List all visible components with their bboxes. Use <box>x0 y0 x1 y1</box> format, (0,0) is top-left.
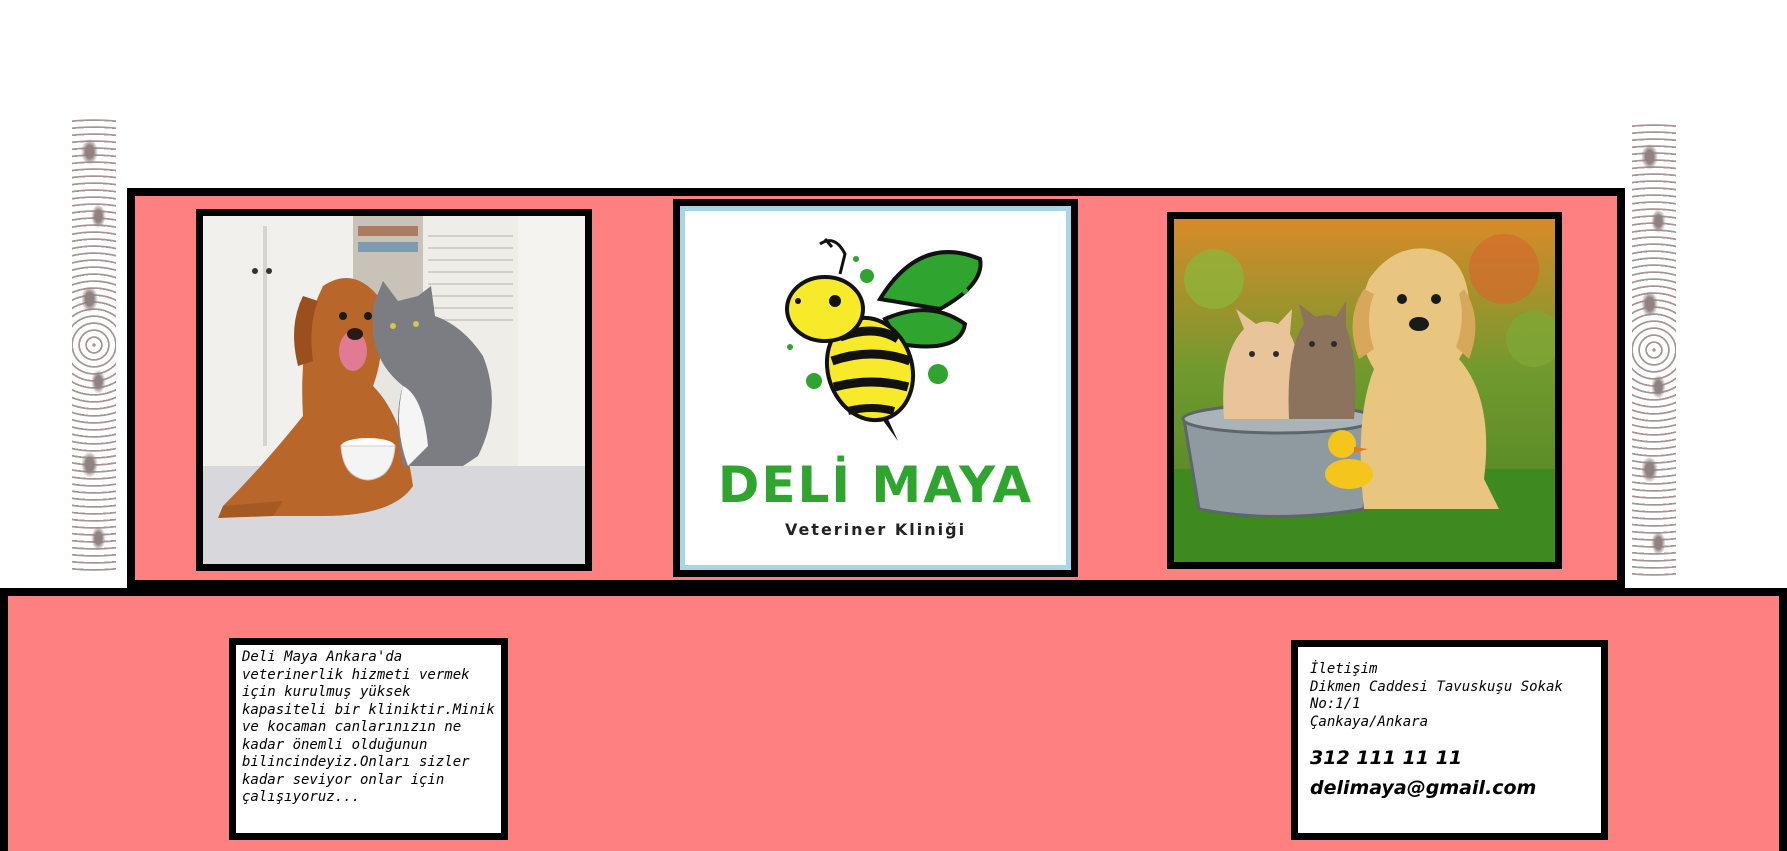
dog-and-cat-photo <box>196 209 592 571</box>
clinic-subtitle: Veteriner Kliniği <box>784 520 967 539</box>
contact-address-line3: Çankaya/Ankara <box>1310 713 1429 730</box>
floral-ornament-right <box>1632 120 1676 580</box>
contact-heading: İletişim <box>1310 661 1378 677</box>
dog-and-cat-illustration <box>203 216 585 564</box>
bee-logo-icon <box>785 238 983 441</box>
contact-phone[interactable]: 312 111 11 11 <box>1310 743 1589 773</box>
contact-address-line1: Dikmen Caddesi Tavuskuşu Sokak <box>1310 678 1563 695</box>
logo-panel: DELİ MAYA Veteriner Kliniği <box>685 211 1066 565</box>
contact-panel: İletişim Dikmen Caddesi Tavuskuşu Sokak … <box>1291 640 1608 840</box>
puppy-and-kittens-illustration <box>1174 219 1555 562</box>
puppy-and-kittens-photo <box>1167 212 1562 569</box>
about-panel: Deli Maya Ankara'da veterinerlik hizmeti… <box>229 638 508 840</box>
clinic-name: DELİ MAYA <box>717 456 1034 514</box>
clinic-logo: DELİ MAYA Veteriner Kliniği <box>673 199 1078 577</box>
contact-email[interactable]: delimaya@gmail.com <box>1310 773 1589 803</box>
about-text: Deli Maya Ankara'da veterinerlik hizmeti… <box>242 649 495 805</box>
contact-address-line2: No:1/1 <box>1310 696 1361 712</box>
floral-ornament-left <box>72 115 116 575</box>
